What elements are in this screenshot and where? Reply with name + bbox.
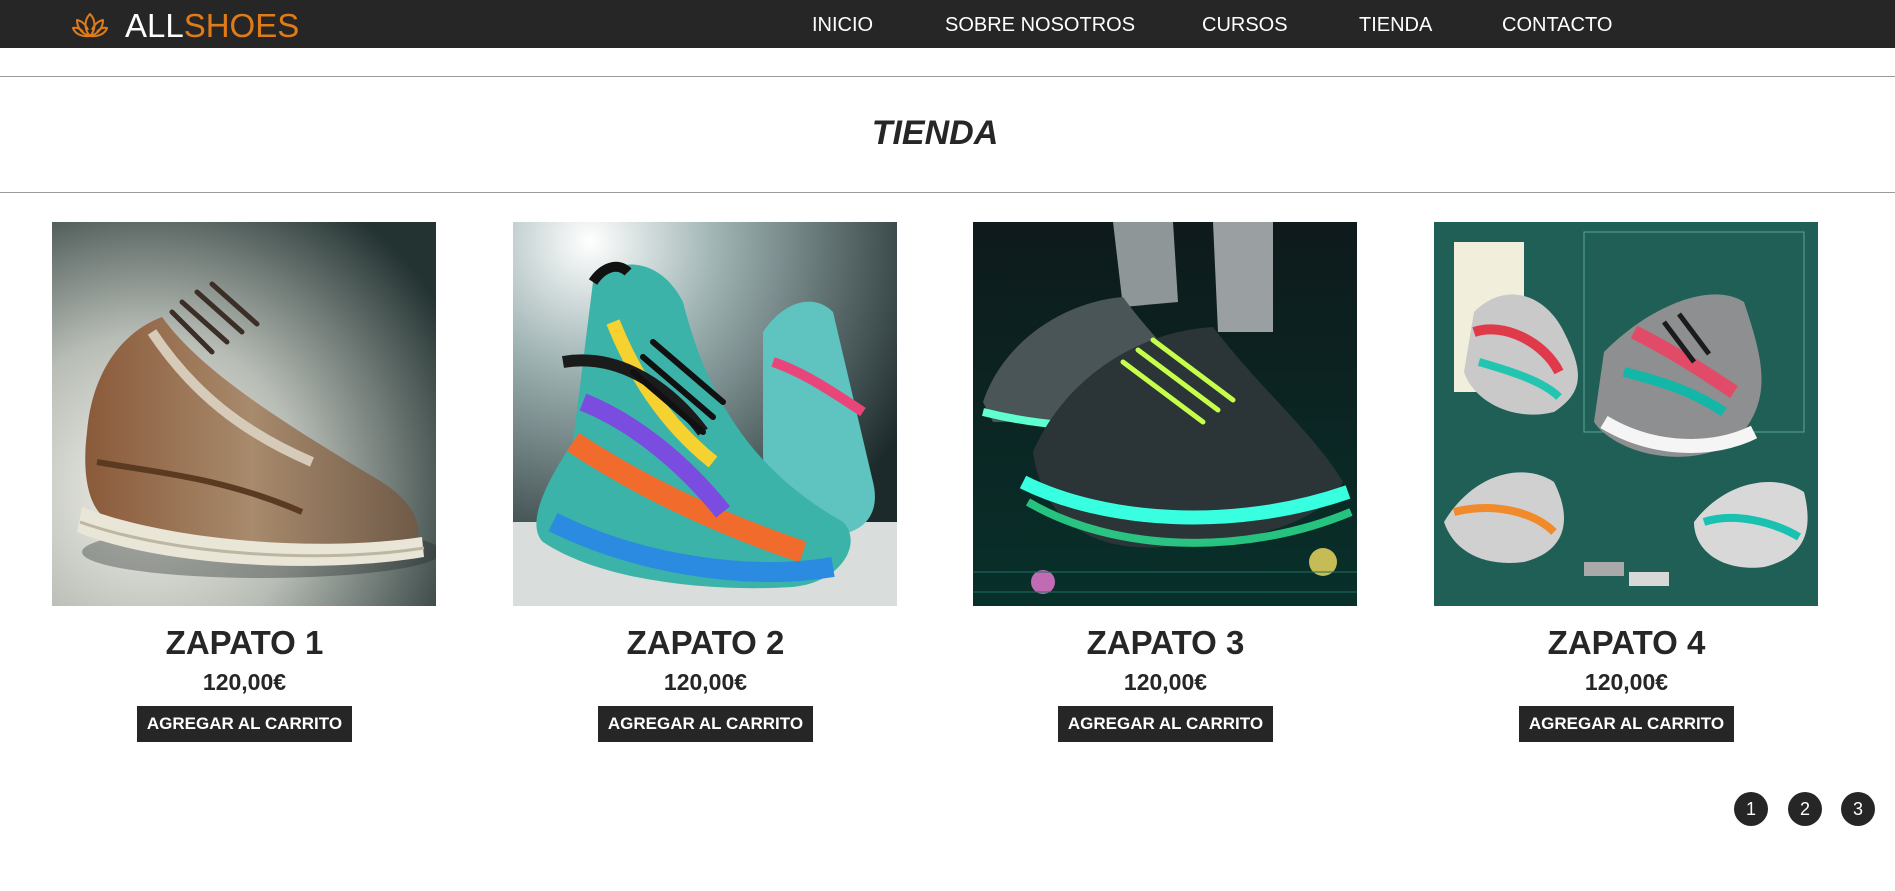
navbar: ALLSHOES INICIO SOBRE NOSOTROS CURSOS TI…: [0, 0, 1895, 48]
add-to-cart-button[interactable]: AGREGAR AL CARRITO: [1057, 706, 1274, 742]
product-image[interactable]: [513, 222, 897, 606]
product-image[interactable]: [52, 222, 436, 606]
product-price: 120,00€: [663, 669, 748, 695]
product-card: ZAPATO 3 120,00€ AGREGAR AL CARRITO: [973, 222, 1358, 742]
brand-part-all: ALL: [125, 7, 184, 44]
product-name: ZAPATO 3: [1086, 624, 1245, 661]
product-price: 120,00€: [1123, 669, 1208, 695]
product-name: ZAPATO 1: [165, 624, 324, 661]
brand-part-shoes: SHOES: [183, 7, 300, 44]
product-image[interactable]: [973, 222, 1357, 606]
product-price: 120,00€: [202, 669, 287, 695]
nav-item-inicio[interactable]: INICIO: [812, 14, 873, 36]
logo[interactable]: ALLSHOES: [70, 6, 299, 46]
nav-item-sobre-nosotros[interactable]: SOBRE NOSOTROS: [945, 14, 1135, 36]
page-title: TIENDA: [871, 114, 999, 152]
nav-item-tienda[interactable]: TIENDA: [1359, 14, 1432, 36]
add-to-cart-button[interactable]: AGREGAR AL CARRITO: [136, 706, 353, 742]
add-to-cart-button[interactable]: AGREGAR AL CARRITO: [1518, 706, 1735, 742]
pagination-page-2[interactable]: 2: [1788, 792, 1822, 826]
product-name: ZAPATO 2: [626, 624, 785, 661]
product-name: ZAPATO 4: [1547, 624, 1706, 661]
product-price: 120,00€: [1584, 669, 1669, 695]
nav-item-cursos[interactable]: CURSOS: [1202, 14, 1288, 36]
product-card: ZAPATO 2 120,00€ AGREGAR AL CARRITO: [513, 222, 898, 742]
nav-item-contacto[interactable]: CONTACTO: [1502, 14, 1612, 36]
lotus-icon: [72, 13, 108, 38]
product-card: ZAPATO 1 120,00€ AGREGAR AL CARRITO: [52, 222, 437, 742]
divider-top: [0, 76, 1895, 77]
product-image[interactable]: [1434, 222, 1818, 606]
pagination-page-1[interactable]: 1: [1734, 792, 1768, 826]
pagination-page-3[interactable]: 3: [1841, 792, 1875, 826]
brand-name: ALLSHOES: [125, 6, 299, 46]
divider-bottom: [0, 192, 1895, 193]
add-to-cart-button[interactable]: AGREGAR AL CARRITO: [597, 706, 814, 742]
product-card: ZAPATO 4 120,00€ AGREGAR AL CARRITO: [1434, 222, 1819, 742]
